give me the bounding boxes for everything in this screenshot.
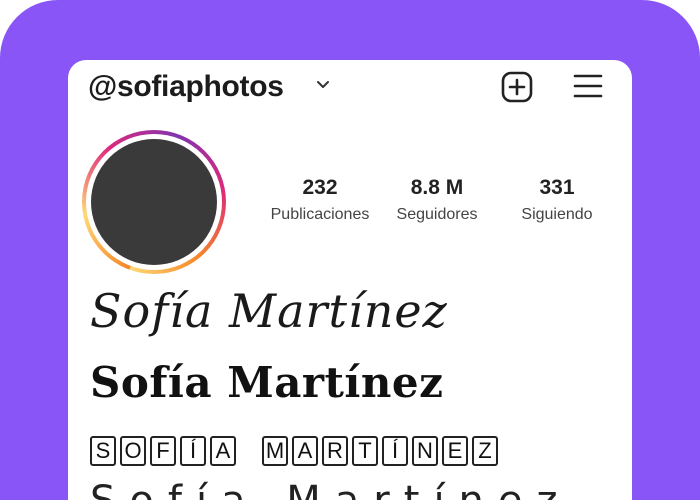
boxed-letter: O [120, 436, 146, 466]
profile-header: @sofiaphotos [68, 60, 632, 116]
boxed-letter: Í [180, 436, 206, 466]
stat-followers[interactable]: 8.8 M Seguidores [382, 176, 492, 224]
posts-count: 232 [302, 176, 338, 199]
stat-posts[interactable]: 232 Publicaciones [262, 176, 378, 224]
boxed-letter: M [262, 436, 288, 466]
boxed-space [240, 436, 258, 466]
boxed-letter: N [412, 436, 438, 466]
name-spaced-style: Sofía Martínez [90, 478, 572, 500]
chevron-down-icon[interactable] [316, 80, 330, 90]
boxed-letter: F [150, 436, 176, 466]
following-count: 331 [539, 176, 575, 199]
followers-label: Seguidores [396, 206, 478, 223]
story-ring-gap [86, 134, 222, 270]
stat-following[interactable]: 331 Siguiendo [502, 176, 612, 224]
boxed-letter: E [442, 436, 468, 466]
boxed-letter: S [90, 436, 116, 466]
name-gothic-style: Sofía Martínez [90, 358, 444, 407]
boxed-letter: R [322, 436, 348, 466]
boxed-letter: A [292, 436, 318, 466]
plus-square-icon[interactable] [500, 70, 534, 104]
boxed-letter: Í [382, 436, 408, 466]
profile-screen: @sofiaphotos 232 Publicaciones 8.8 M Seg… [68, 60, 632, 500]
username[interactable]: @sofiaphotos [88, 70, 284, 104]
hamburger-menu-icon[interactable] [572, 72, 604, 100]
boxed-letter: Z [472, 436, 498, 466]
followers-count: 8.8 M [410, 176, 464, 199]
story-ring[interactable] [82, 130, 226, 274]
name-script-style: Sofía Martínez [90, 284, 448, 338]
name-boxed-style: SOFÍA MARTÍNEZ [90, 434, 498, 468]
posts-label: Publicaciones [270, 206, 370, 223]
boxed-letter: A [210, 436, 236, 466]
avatar [91, 139, 217, 265]
following-label: Siguiendo [521, 206, 593, 223]
boxed-letter: T [352, 436, 378, 466]
